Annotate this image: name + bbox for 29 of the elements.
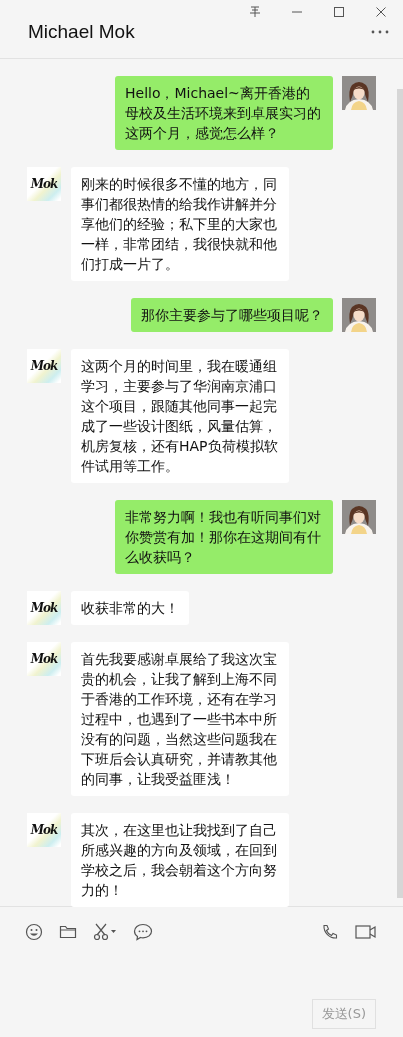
avatar-figure-icon	[342, 298, 376, 332]
pin-icon[interactable]	[249, 6, 261, 18]
maximize-icon[interactable]	[333, 6, 345, 18]
message-bubble: 首先我要感谢卓展给了我这次宝贵的机会，让我了解到上海不同于香港的工作环境，还有在学习过程中，也遇到了一些书本中所没有的问题，当然这些问题我在下班后会认真研究，并请教其他的同事，让我受益匪浅！	[71, 642, 289, 796]
message-bubble: 那你主要参与了哪些项目呢？	[131, 298, 333, 332]
contact-avatar: Mok	[27, 349, 61, 383]
video-call-icon[interactable]	[355, 924, 377, 940]
avatar-figure-icon	[342, 76, 376, 110]
avatar-figure-icon	[342, 500, 376, 534]
contact-avatar: Mok	[27, 167, 61, 201]
message-bubble: 非常努力啊！我也有听同事们对你赞赏有加！那你在这期间有什么收获吗？	[115, 500, 333, 574]
more-icon[interactable]	[371, 30, 389, 34]
chat-title: Michael Mok	[28, 21, 135, 43]
contact-avatar: Mok	[27, 591, 61, 625]
phone-icon[interactable]	[321, 923, 339, 941]
close-icon[interactable]	[375, 6, 387, 18]
scrollbar[interactable]	[397, 89, 403, 898]
message-bubble: 刚来的时候很多不懂的地方，同事们都很热情的给我作讲解并分享他们的经验；私下里的大家也一样，非常团结，我很快就和他们打成一片了。	[71, 167, 289, 281]
scissors-icon[interactable]	[93, 923, 117, 941]
message-bubble: Hello，Michael~离开香港的母校及生活环境来到卓展实习的这两个月，感觉怎么样？	[115, 76, 333, 150]
emoji-icon[interactable]	[25, 923, 43, 941]
message-bubble: 收获非常的大！	[71, 591, 189, 625]
folder-icon[interactable]	[59, 924, 77, 940]
message-bubble: 这两个月的时间里，我在暖通组学习，主要参与了华润南京浦口这个项目，跟随其他同事一起完成了一些设计图纸，风量估算，机房复核，还有HAP负荷模拟软件试用等工作。	[71, 349, 289, 483]
message-bubble: 其次，在这里也让我找到了自己所感兴趣的方向及领域，在回到学校之后，我会朝着这个方向努力的！	[71, 813, 289, 907]
contact-avatar: Mok	[27, 813, 61, 847]
contact-avatar: Mok	[27, 642, 61, 676]
send-button[interactable]: 发送(S)	[311, 999, 376, 1029]
chat-bubble-icon[interactable]	[133, 923, 153, 941]
